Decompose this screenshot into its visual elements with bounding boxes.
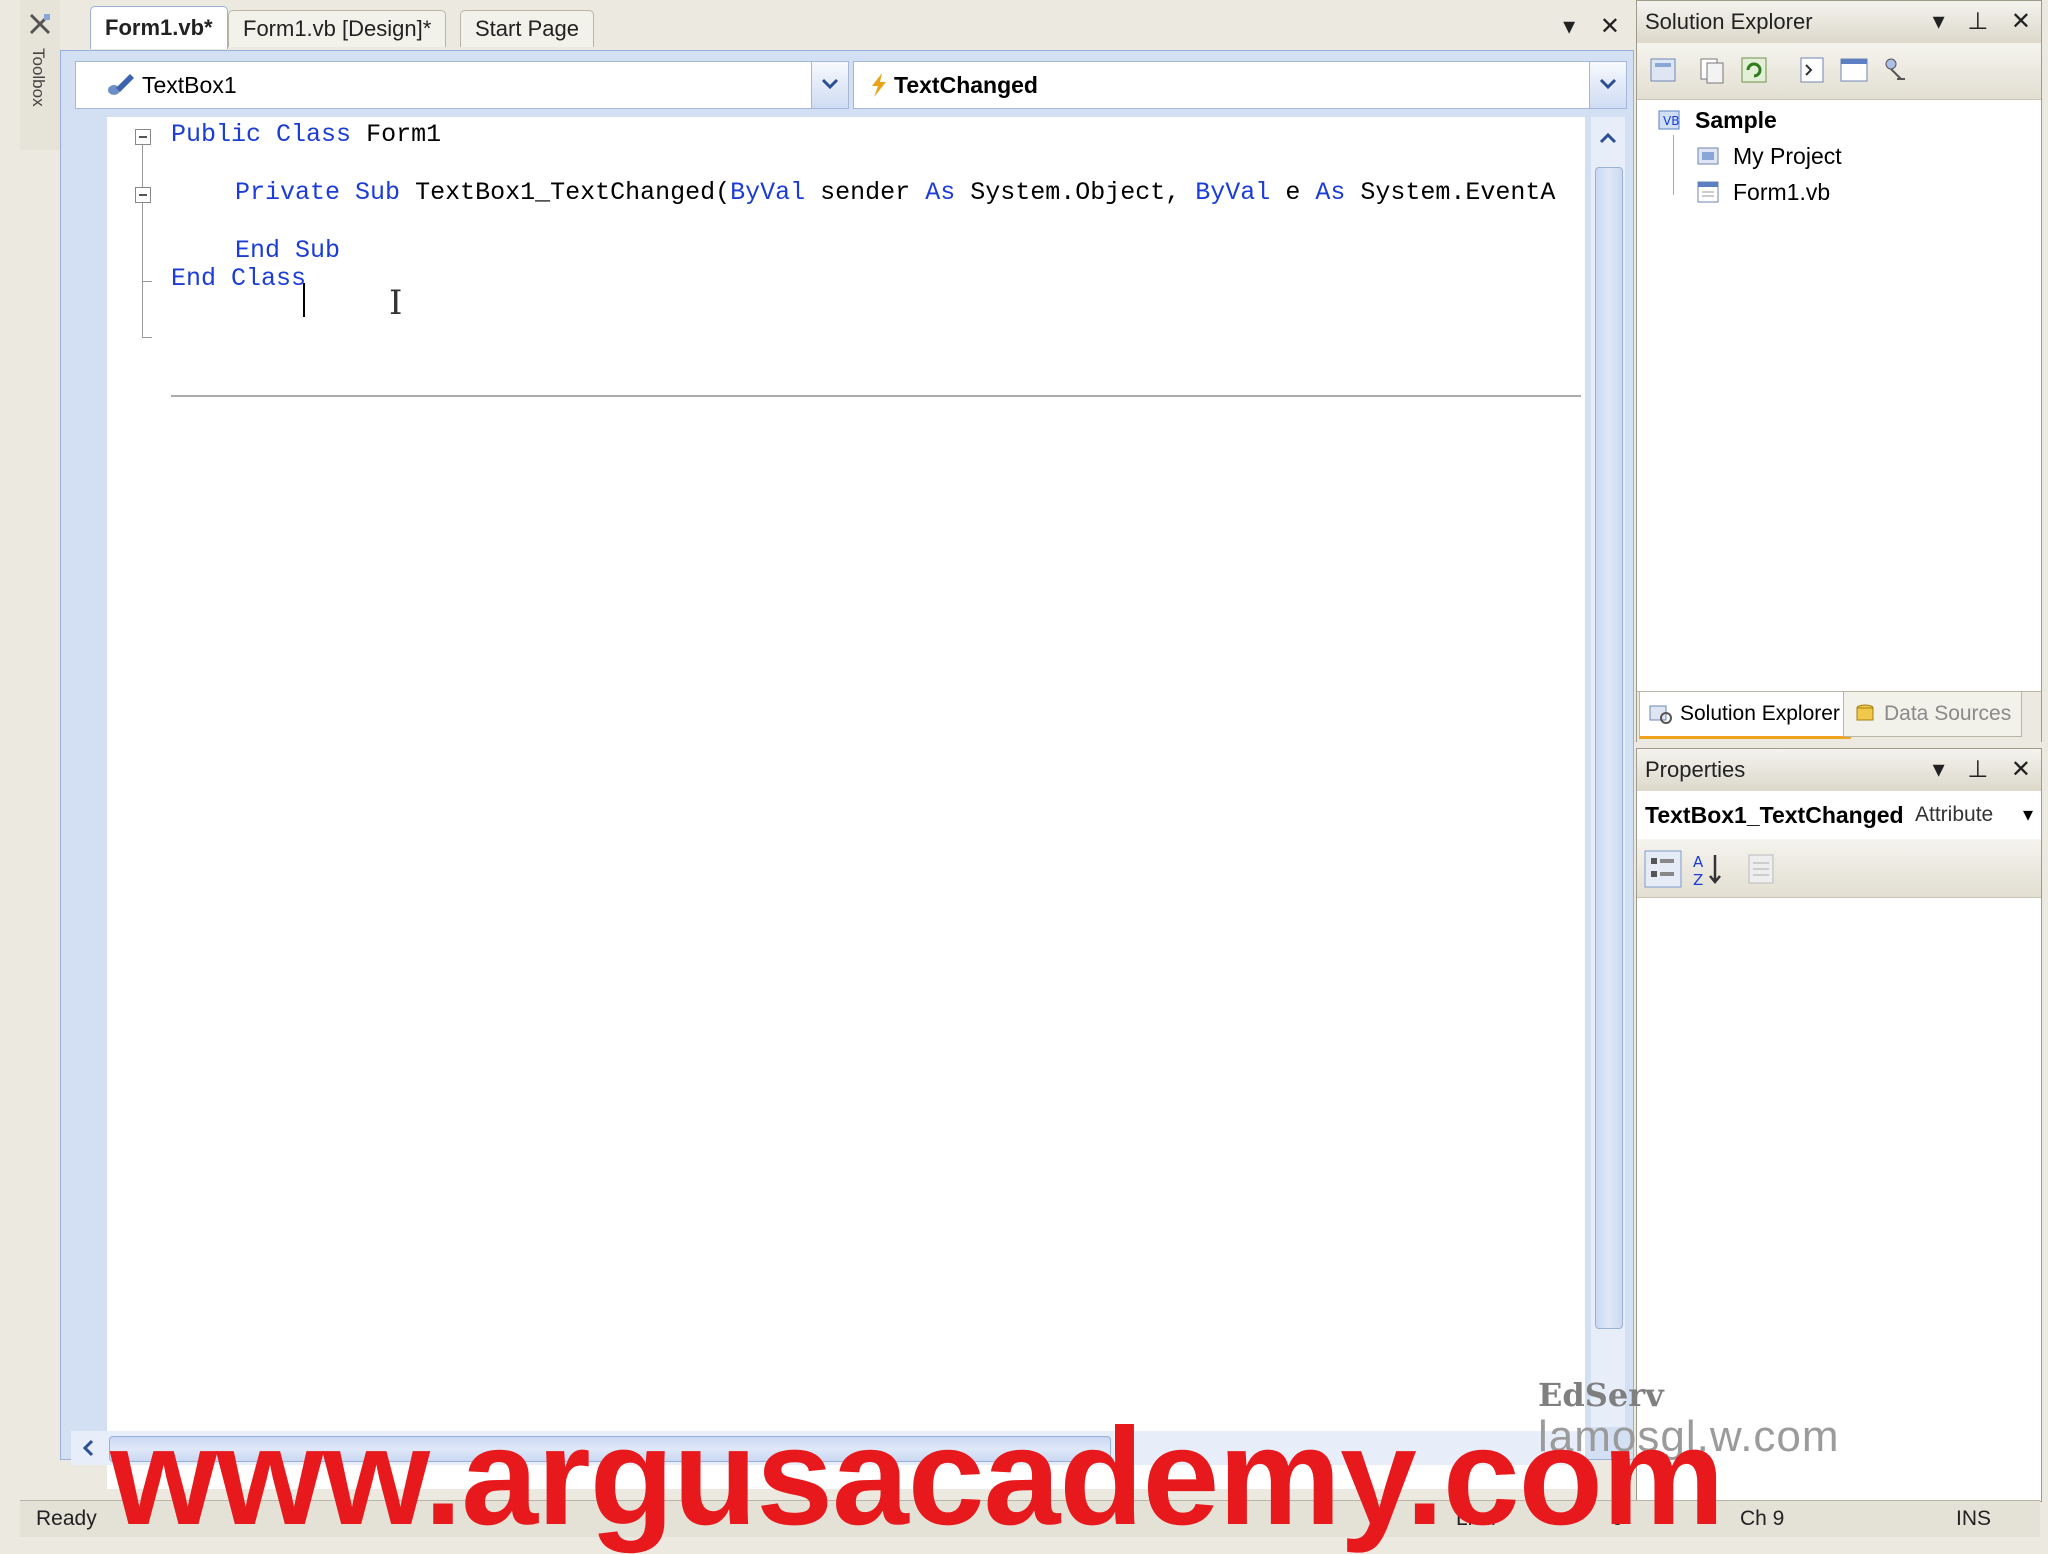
scroll-left-icon[interactable]: [81, 1439, 95, 1457]
solution-explorer-toolbar: [1637, 43, 2041, 100]
outline-gutter: [107, 117, 163, 1489]
properties-object-selector[interactable]: TextBox1_TextChanged Attribute ▾: [1637, 791, 2041, 840]
my-project-label: My Project: [1733, 143, 1842, 169]
properties-panel: Properties ▾ ⊥ ✕ TextBox1_TextChanged At…: [1636, 748, 2042, 1502]
tree-line: [1673, 135, 1674, 195]
pin-icon[interactable]: ⊥: [1967, 756, 1988, 783]
alphabetical-sort-icon[interactable]: AZ: [1689, 849, 1729, 889]
code-editor: TextBox1 TextChanged Public Class Form1 …: [60, 50, 1634, 1489]
selected-object-type: Attribute: [1915, 803, 1994, 826]
close-panel-icon[interactable]: ✕: [2011, 8, 2031, 35]
pin-icon[interactable]: ⊥: [1967, 8, 1988, 35]
event-combo-dropdown-button[interactable]: [1589, 62, 1626, 108]
class-separator-line: [171, 395, 1581, 397]
toolbox-strip[interactable]: Toolbox: [20, 0, 61, 150]
outline-tick: [142, 281, 152, 282]
collapse-class-icon[interactable]: [135, 129, 151, 145]
panel-dropdown-icon[interactable]: ▾: [1933, 8, 1945, 35]
solution-explorer-title: Solution Explorer: [1645, 9, 1813, 34]
class-diagram-icon[interactable]: [1879, 53, 1913, 87]
properties-toolbar-icon[interactable]: [1647, 53, 1681, 87]
code-lines: Public Class Form1 Private Sub TextBox1_…: [171, 117, 1571, 293]
code-text-area[interactable]: Public Class Form1 Private Sub TextBox1_…: [107, 117, 1585, 1489]
ibeam-cursor-icon: I: [389, 283, 403, 323]
vertical-scrollbar[interactable]: [1591, 117, 1625, 1427]
vb-project-icon: VB: [1658, 110, 1680, 130]
categorized-icon[interactable]: [1643, 849, 1683, 889]
property-pages-icon[interactable]: [1741, 849, 1781, 889]
panel-dropdown-icon[interactable]: ▾: [1933, 756, 1945, 783]
svg-text:VB: VB: [1663, 114, 1679, 128]
solution-explorer-panel: Solution Explorer ▾ ⊥ ✕ VB Sample My Pro…: [1636, 0, 2042, 742]
properties-toolbar: AZ: [1637, 839, 2041, 898]
tab-start-page[interactable]: Start Page: [460, 10, 594, 47]
document-tab-strip: Form1.vb* Form1.vb [Design]* Start Page …: [60, 0, 1632, 51]
outline-tick: [142, 337, 152, 338]
tab-form1-code[interactable]: Form1.vb*: [90, 6, 228, 49]
lightning-event-icon: [872, 73, 886, 97]
view-designer-icon[interactable]: [1837, 53, 1871, 87]
tab-solution-explorer[interactable]: Solution Explorer: [1639, 692, 1851, 739]
svg-text:Z: Z: [1693, 871, 1703, 889]
code-line-6: End Class: [171, 264, 307, 293]
text-caret: [303, 283, 305, 317]
toolbox-label: Toolbox: [29, 48, 48, 107]
solution-explorer-tabbar: Solution Explorer Data Sources: [1637, 691, 2041, 742]
argus-academy-watermark: www.argusacademy.com: [110, 1400, 1725, 1554]
close-panel-icon[interactable]: ✕: [2011, 756, 2031, 783]
code-line-3: Private Sub TextBox1_TextChanged(ByVal s…: [235, 178, 1556, 207]
chevron-down-icon: [1599, 78, 1617, 90]
chevron-down-icon: [821, 78, 839, 90]
show-all-files-icon[interactable]: [1695, 53, 1729, 87]
form-file-icon: [1697, 181, 1719, 203]
close-document-icon[interactable]: ✕: [1600, 13, 1620, 40]
chevron-down-icon: ▾: [2022, 804, 2033, 826]
code-line-1: Public Class Form1: [171, 120, 442, 149]
tab-actions: ▾ ✕: [1545, 12, 1620, 41]
event-combo[interactable]: TextChanged: [853, 61, 1627, 109]
tab-data-sources[interactable]: Data Sources: [1843, 692, 2023, 737]
properties-titlebar: Properties ▾ ⊥ ✕: [1637, 749, 2041, 792]
properties-title: Properties: [1645, 757, 1746, 782]
solution-explorer-titlebar: Solution Explorer ▾ ⊥ ✕: [1637, 1, 2041, 44]
my-project-icon: [1697, 147, 1719, 165]
solution-explorer-icon: [1649, 705, 1672, 724]
selected-object-name: TextBox1_TextChanged: [1645, 802, 1904, 828]
form1-label: Form1.vb: [1733, 179, 1831, 205]
tab-form1-design[interactable]: Form1.vb [Design]*: [228, 10, 447, 47]
event-combo-value: TextChanged: [894, 72, 1038, 98]
toolbox-icon: [29, 13, 51, 35]
textbox-object-icon: [108, 74, 134, 95]
scroll-up-icon[interactable]: [1599, 131, 1617, 145]
refresh-icon[interactable]: [1737, 53, 1771, 87]
status-ready: Ready: [36, 1507, 97, 1530]
project-name: Sample: [1695, 107, 1777, 133]
vertical-scroll-thumb[interactable]: [1595, 167, 1623, 1329]
data-sources-icon: [1856, 704, 1874, 721]
outline-line: [142, 203, 143, 337]
svg-text:A: A: [1693, 853, 1704, 871]
collapse-sub-icon[interactable]: [135, 187, 151, 203]
object-combo-dropdown-button[interactable]: [811, 62, 848, 108]
view-code-icon[interactable]: [1795, 53, 1829, 87]
object-combo-value: TextBox1: [142, 72, 237, 98]
object-combo[interactable]: TextBox1: [75, 61, 849, 109]
tab-list-dropdown-icon[interactable]: ▾: [1563, 13, 1575, 40]
